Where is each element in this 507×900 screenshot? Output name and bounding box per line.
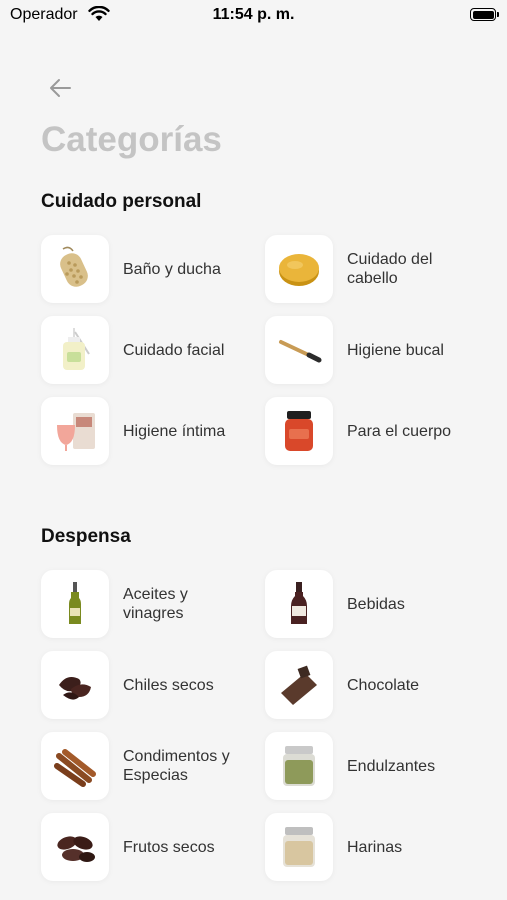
category-label: Chiles secos [123, 676, 214, 694]
category-thumbnail [41, 235, 109, 303]
beverage-bottle-icon [291, 582, 307, 624]
bamboo-toothbrush-icon [279, 340, 322, 363]
category-thumbnail [265, 651, 333, 719]
category-cuidado-facial[interactable]: Cuidado facial [41, 316, 251, 384]
category-condimentos-y-especias[interactable]: Condimentos y Especias [41, 732, 251, 800]
category-higiene-intima[interactable]: Higiene íntima [41, 397, 251, 465]
category-label: Higiene bucal [347, 341, 444, 359]
status-bar: Operador 11:54 p. m. [0, 0, 507, 32]
category-frutos-secos[interactable]: Frutos secos [41, 813, 251, 881]
category-thumbnail [41, 813, 109, 881]
category-label: Endulzantes [347, 757, 436, 775]
section-title-cuidado-personal: Cuidado personal [41, 191, 202, 212]
category-thumbnail [265, 570, 333, 638]
battery-icon [470, 8, 499, 21]
category-label: Aceites y vinagres [123, 586, 188, 622]
category-harinas[interactable]: Harinas [265, 813, 475, 881]
chocolate-icon [281, 665, 317, 705]
shampoo-bar-icon [279, 254, 319, 286]
category-thumbnail [41, 397, 109, 465]
category-cuidado-del-cabello[interactable]: Cuidado del cabello [265, 235, 475, 303]
sweetener-jar-icon [283, 746, 315, 786]
category-label: Frutos secos [123, 838, 215, 856]
arrow-left-icon [50, 79, 71, 97]
page-title: Categorías [41, 120, 222, 159]
category-label: Cuidado del cabello [347, 251, 433, 287]
menstrual-cup-icon [57, 413, 95, 451]
category-higiene-bucal[interactable]: Higiene bucal [265, 316, 475, 384]
category-thumbnail [265, 813, 333, 881]
category-label: Para el cuerpo [347, 422, 452, 440]
category-thumbnail [265, 316, 333, 384]
category-label: Bebidas [347, 595, 405, 613]
category-endulzantes[interactable]: Endulzantes [265, 732, 475, 800]
loofah-icon [60, 246, 88, 287]
category-label: Condimentos y Especias [123, 748, 230, 784]
category-thumbnail [265, 397, 333, 465]
serum-bottle-icon [63, 328, 90, 370]
oil-bottle-icon [69, 582, 81, 624]
body-cream-jar-icon [285, 411, 313, 451]
category-label: Harinas [347, 838, 403, 856]
section-title-despensa: Despensa [41, 526, 131, 547]
clock: 11:54 p. m. [212, 6, 295, 23]
cinnamon-icon [54, 749, 96, 787]
category-label: Chocolate [347, 676, 420, 694]
category-chocolate[interactable]: Chocolate [265, 651, 475, 719]
category-label: Baño y ducha [123, 260, 221, 278]
dates-icon [57, 836, 95, 862]
category-chiles-secos[interactable]: Chiles secos [41, 651, 251, 719]
category-bano-y-ducha[interactable]: Baño y ducha [41, 235, 251, 303]
category-para-el-cuerpo[interactable]: Para el cuerpo [265, 397, 475, 465]
category-label: Cuidado facial [123, 341, 225, 359]
category-thumbnail [265, 732, 333, 800]
back-button[interactable] [44, 72, 76, 104]
category-thumbnail [265, 235, 333, 303]
category-thumbnail [41, 316, 109, 384]
dried-chili-icon [59, 677, 91, 700]
category-label: Higiene íntima [123, 422, 226, 440]
flour-jar-icon [283, 827, 315, 867]
category-thumbnail [41, 651, 109, 719]
category-bebidas[interactable]: Bebidas [265, 570, 475, 638]
category-thumbnail [41, 570, 109, 638]
category-thumbnail [41, 732, 109, 800]
category-aceites-y-vinagres[interactable]: Aceites y vinagres [41, 570, 251, 638]
